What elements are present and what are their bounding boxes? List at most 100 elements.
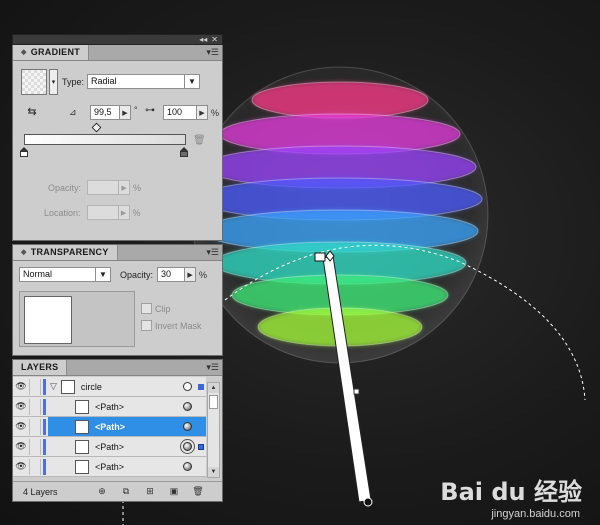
delete-layer-icon[interactable]: 🗑 (191, 486, 205, 498)
panel-dock-header[interactable]: ◂◂ ✕ (12, 34, 223, 45)
transparency-panel: ◆ TRANSPARENCY ▾☰ Normal ▼ Opacity: 30 ▶… (12, 244, 223, 356)
aspect-stepper[interactable]: ▶ (197, 105, 208, 120)
stop-location-label: Location: (44, 207, 81, 218)
eye-icon[interactable]: 👁 (13, 459, 29, 475)
opacity-field[interactable]: 30 (157, 267, 186, 282)
sphere-band[interactable] (251, 81, 429, 119)
layers-panel-tabbar: LAYERS ▾☰ (13, 360, 222, 376)
tab-transparency[interactable]: ◆ TRANSPARENCY (13, 245, 118, 260)
layer-row-path[interactable]: 👁 <Path> (13, 397, 206, 417)
locate-object-icon[interactable]: ⊕ (95, 486, 109, 498)
lock-toggle[interactable] (29, 378, 41, 395)
selection-square-icon[interactable] (198, 443, 204, 450)
scroll-up-icon[interactable]: ▲ (208, 383, 219, 393)
gradient-type-select[interactable]: Radial (87, 74, 186, 89)
gradient-swatch[interactable] (21, 69, 47, 95)
layers-list: 👁 ▽ circle 👁 <Path> 👁 <Path> 👁 <Path> 👁 … (13, 377, 209, 481)
close-icon[interactable]: ✕ (211, 35, 218, 44)
stop-location-stepper[interactable]: ▶ (118, 205, 130, 220)
panel-menu-icon[interactable]: ▾☰ (206, 362, 219, 373)
eye-icon[interactable]: 👁 (13, 419, 29, 435)
target-circle-icon[interactable] (183, 382, 192, 391)
reverse-gradient-icon[interactable]: ⇆ (25, 105, 39, 119)
layer-row-path[interactable]: 👁 <Path> (13, 437, 206, 457)
tab-grip-icon[interactable]: ◆ (21, 245, 27, 260)
panel-menu-icon[interactable]: ▾☰ (206, 247, 219, 258)
layer-row-path-selected[interactable]: 👁 <Path> (13, 417, 206, 437)
aspect-ratio-field[interactable]: 100 (163, 105, 197, 120)
path-name: <Path> (95, 421, 126, 432)
clip-checkbox[interactable] (141, 303, 152, 314)
type-label: Type: (62, 76, 85, 87)
target-circle-icon[interactable] (183, 462, 192, 471)
panel-menu-icon[interactable]: ▾☰ (206, 47, 219, 58)
gradient-midpoint-diamond[interactable] (91, 122, 102, 133)
object-thumbnail[interactable] (24, 296, 72, 344)
invert-mask-label: Invert Mask (155, 320, 202, 331)
layer-name-area[interactable]: <Path> (48, 417, 206, 436)
opacity-unit: % (199, 269, 208, 280)
stop-opacity-stepper[interactable]: ▶ (119, 180, 131, 195)
clipping-mask-icon[interactable]: ⧉ (119, 486, 133, 498)
disclosure-triangle-icon[interactable]: ▽ (50, 381, 57, 392)
mask-preview-frame (19, 291, 135, 347)
blend-mode-select[interactable]: Normal (19, 267, 96, 282)
layer-color-bar (43, 458, 46, 475)
layer-name-area[interactable]: <Path> (48, 457, 206, 476)
chevron-down-icon[interactable]: ▼ (96, 267, 111, 282)
stop-opacity-unit: % (133, 182, 142, 193)
stop-location-unit: % (132, 207, 141, 218)
tab-layers[interactable]: LAYERS (13, 360, 68, 375)
tab-transparency-label: TRANSPARENCY (30, 247, 109, 257)
layer-name-area[interactable]: <Path> (48, 437, 206, 456)
layer-row-path[interactable]: 👁 <Path> (13, 457, 206, 477)
gradient-midpoint-handle[interactable] (353, 388, 360, 395)
tab-gradient-label: GRADIENT (30, 47, 81, 57)
layer-name-area[interactable]: <Path> (48, 397, 206, 416)
eye-icon[interactable]: 👁 (13, 439, 29, 455)
tab-grip-icon[interactable]: ◆ (21, 45, 27, 60)
gradient-stop-left[interactable] (20, 147, 28, 157)
chevron-down-icon[interactable]: ▼ (185, 74, 201, 89)
collapse-icon[interactable]: ◂◂ (199, 35, 207, 44)
gradient-ramp[interactable] (24, 134, 186, 145)
target-circle-icon[interactable] (183, 402, 192, 411)
stop-location-field[interactable] (86, 205, 119, 220)
opacity-stepper[interactable]: ▶ (185, 267, 197, 282)
selection-square-icon[interactable] (198, 383, 204, 390)
layers-scrollbar[interactable]: ▲ ▼ (207, 382, 220, 478)
layer-row-circle[interactable]: 👁 ▽ circle (13, 377, 206, 397)
aspect-unit: % (211, 107, 220, 118)
scroll-down-icon[interactable]: ▼ (208, 467, 219, 477)
eye-icon[interactable]: 👁 (13, 399, 29, 415)
transparency-panel-tabbar: ◆ TRANSPARENCY ▾☰ (13, 245, 222, 261)
invert-mask-checkbox[interactable] (141, 320, 152, 331)
gradient-end-handle[interactable] (363, 497, 373, 507)
path-name: <Path> (95, 441, 125, 452)
delete-stop-icon[interactable]: 🗑 (193, 135, 206, 146)
layer-color-bar (43, 398, 46, 415)
lock-toggle[interactable] (29, 418, 41, 435)
gradient-origin-handle[interactable] (314, 252, 326, 262)
watermark-url: jingyan.baidu.com (491, 508, 580, 520)
stop-opacity-field[interactable] (87, 180, 120, 195)
stop-opacity-label: Opacity: (48, 182, 82, 193)
watermark: Bai du 经验 jingyan.baidu.com (440, 472, 582, 520)
layer-name-area[interactable]: ▽ circle (48, 377, 206, 396)
target-circle-icon[interactable] (183, 422, 192, 431)
lock-toggle[interactable] (29, 398, 41, 415)
layer-color-bar (43, 418, 46, 435)
new-layer-icon[interactable]: ▣ (167, 486, 181, 498)
scroll-thumb[interactable] (209, 395, 218, 409)
layers-footer: 4 Layers ⊕ ⧉ ⊞ ▣ 🗑 (13, 481, 222, 501)
angle-field[interactable]: 99,5 (90, 105, 120, 120)
angle-stepper[interactable]: ▶ (120, 105, 131, 120)
lock-toggle[interactable] (29, 458, 41, 475)
gradient-stop-right[interactable] (180, 147, 188, 157)
new-sublayer-icon[interactable]: ⊞ (143, 486, 157, 498)
tab-gradient[interactable]: ◆ GRADIENT (13, 45, 90, 60)
target-circle-icon[interactable] (183, 442, 192, 451)
eye-icon[interactable]: 👁 (13, 379, 29, 395)
gradient-swatch-dropdown[interactable]: ▾ (49, 69, 58, 95)
lock-toggle[interactable] (29, 438, 41, 455)
